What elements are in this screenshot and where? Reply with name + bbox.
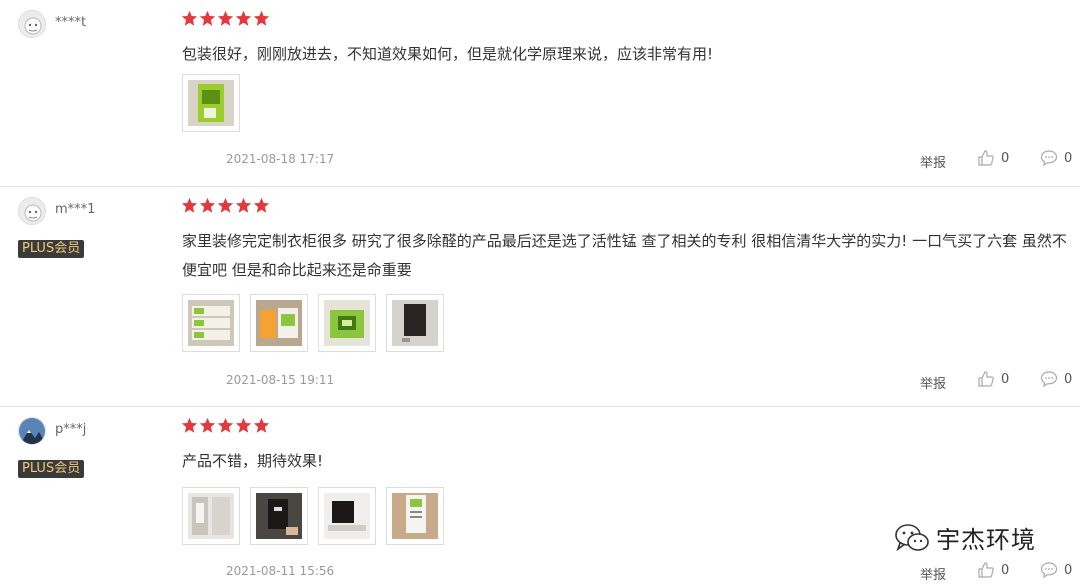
avatar-default-icon <box>19 11 45 37</box>
review-images <box>182 487 444 545</box>
comment-bubble-icon <box>1040 150 1058 167</box>
watermark-text: 宇杰环境 <box>936 526 1036 554</box>
avatar[interactable] <box>18 10 46 38</box>
star-rating <box>181 417 270 434</box>
comment-count: 0 <box>1064 371 1073 387</box>
comment-button[interactable]: 0 <box>1040 149 1072 167</box>
username: ****t <box>55 15 87 30</box>
avatar[interactable] <box>18 417 46 445</box>
comment-bubble-icon <box>1040 371 1058 388</box>
review-image-thumbnail[interactable] <box>386 294 444 352</box>
review-date: 2021-08-18 17:17 <box>226 152 335 166</box>
watermark: 宇杰环境 <box>894 520 1036 555</box>
avatar-mountain-icon <box>19 418 45 444</box>
plus-member-badge: PLUS会员 <box>18 460 85 478</box>
boxes-stack-image <box>188 300 234 346</box>
star-icon <box>235 417 252 433</box>
review-date: 2021-08-15 19:11 <box>226 373 335 387</box>
username: m***1 <box>55 202 96 217</box>
product-green-bag-image <box>324 300 370 346</box>
like-count: 0 <box>1001 562 1010 578</box>
review-item: ****t 包装很好，刚刚放进去，不知道效果如何，但是就化学原理来说，应该非常有… <box>0 0 1080 187</box>
review-date: 2021-08-11 15:56 <box>226 564 335 578</box>
star-icon <box>253 10 270 26</box>
review-image-thumbnail[interactable] <box>318 487 376 545</box>
star-icon <box>253 417 270 433</box>
like-button[interactable]: 0 <box>977 149 1009 167</box>
review-image-thumbnail[interactable] <box>250 294 308 352</box>
report-link[interactable]: 举报 <box>920 152 946 171</box>
review-text: 产品不错，期待效果! <box>182 452 324 470</box>
like-button[interactable]: 0 <box>977 370 1009 388</box>
star-icon <box>235 197 252 213</box>
report-link[interactable]: 举报 <box>920 373 946 392</box>
like-count: 0 <box>1001 150 1010 166</box>
review-image-thumbnail[interactable] <box>182 294 240 352</box>
review-image-thumbnail[interactable] <box>386 487 444 545</box>
star-icon <box>181 417 198 433</box>
avatar-default-icon <box>19 198 45 224</box>
comment-bubble-icon <box>1040 562 1058 579</box>
star-icon <box>199 10 216 26</box>
review-image-thumbnail[interactable] <box>182 487 240 545</box>
black-pad-hand-image <box>256 493 302 539</box>
thumbs-up-icon <box>978 150 994 166</box>
star-icon <box>199 417 216 433</box>
star-rating <box>181 10 270 27</box>
like-count: 0 <box>1001 371 1010 387</box>
product-card-hand-image <box>392 493 438 539</box>
room-closet-image <box>188 493 234 539</box>
review-text: 家里装修完定制衣柜很多 研究了很多除醛的产品最后还是选了活性锰 查了相关的专利 … <box>182 232 1067 279</box>
star-icon <box>235 10 252 26</box>
comment-button[interactable]: 0 <box>1040 370 1072 388</box>
review-item: m***1 PLUS会员 家里装修完定制衣柜很多 研究了很多除醛的产品最后还是选… <box>0 187 1080 407</box>
username: p***j <box>55 422 87 437</box>
report-link[interactable]: 举报 <box>920 564 946 583</box>
review-images <box>182 74 240 132</box>
star-rating <box>181 197 270 214</box>
product-box-green-image <box>188 80 234 126</box>
comment-count: 0 <box>1064 150 1073 166</box>
star-icon <box>181 10 198 26</box>
black-pad-image <box>392 300 438 346</box>
star-icon <box>217 10 234 26</box>
review-image-thumbnail[interactable] <box>182 74 240 132</box>
thumbs-up-icon <box>978 371 994 387</box>
review-text: 包装很好，刚刚放进去，不知道效果如何，但是就化学原理来说，应该非常有用! <box>182 45 714 63</box>
review-images <box>182 294 444 352</box>
review-image-thumbnail[interactable] <box>250 487 308 545</box>
star-icon <box>217 417 234 433</box>
star-icon <box>199 197 216 213</box>
like-button[interactable]: 0 <box>977 561 1009 579</box>
review-image-thumbnail[interactable] <box>318 294 376 352</box>
black-pad-shelf-image <box>324 493 370 539</box>
star-icon <box>253 197 270 213</box>
wechat-icon <box>895 523 929 551</box>
avatar[interactable] <box>18 197 46 225</box>
plus-member-badge: PLUS会员 <box>18 240 85 258</box>
comment-count: 0 <box>1064 562 1073 578</box>
review-item: p***j PLUS会员 产品不错，期待效果! 2021-08-11 15:56… <box>0 407 1080 588</box>
boxes-open-image <box>256 300 302 346</box>
star-icon <box>217 197 234 213</box>
thumbs-up-icon <box>978 562 994 578</box>
star-icon <box>181 197 198 213</box>
comment-button[interactable]: 0 <box>1040 561 1072 579</box>
